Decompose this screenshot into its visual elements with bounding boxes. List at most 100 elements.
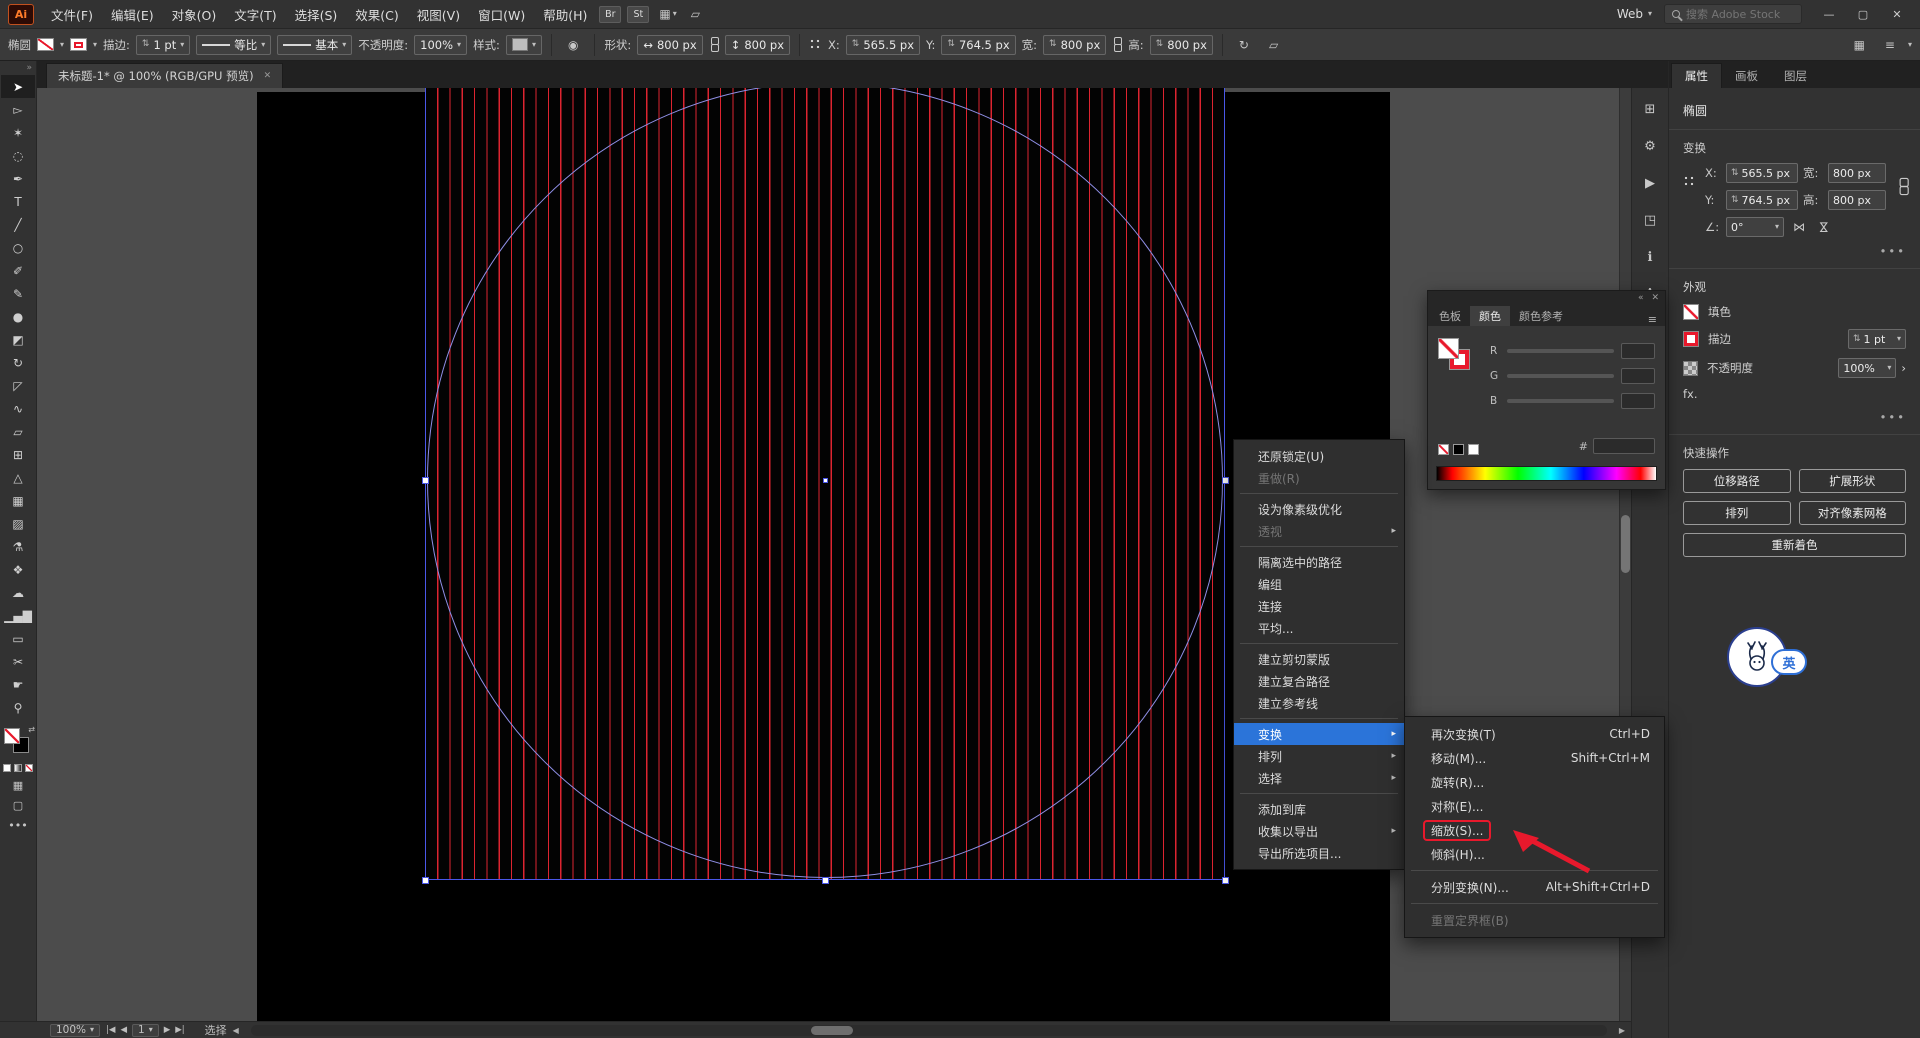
horizontal-scrollbar[interactable]	[251, 1025, 1607, 1036]
fx-button[interactable]: fx.	[1683, 387, 1698, 401]
direct-selection-tool[interactable]: ▻	[1, 98, 35, 121]
actions-panel-icon[interactable]: ▶	[1637, 172, 1663, 194]
menu-item[interactable]: 窗口(W)	[469, 0, 534, 29]
style-select[interactable]: ▾	[506, 35, 542, 55]
gpu-performance-icon[interactable]: ▱	[684, 7, 707, 21]
color-button[interactable]	[3, 764, 11, 772]
free-transform-tool[interactable]: ▱	[1, 420, 35, 443]
channel-value-input[interactable]	[1621, 343, 1655, 359]
context-item-redo[interactable]: 重做(R)	[1234, 467, 1404, 489]
scroll-right-icon[interactable]: ▶	[1619, 1026, 1625, 1035]
none-swatch[interactable]	[1438, 444, 1449, 455]
context-item-pixel-perfect[interactable]: 设为像素级优化	[1234, 498, 1404, 520]
rotate-icon[interactable]: ↻	[1232, 38, 1256, 52]
submenu-item-rotate[interactable]: 旋转(R)...	[1405, 770, 1664, 794]
menu-item[interactable]: 文字(T)	[225, 0, 285, 29]
fill-swatch-chevron-icon[interactable]: ▾	[60, 41, 64, 49]
blend-tool[interactable]: ❖	[1, 558, 35, 581]
angle-select[interactable]: 0°▾	[1726, 217, 1784, 237]
context-item-export-selection[interactable]: 导出所选项目...	[1234, 842, 1404, 864]
context-item-collect-for-export[interactable]: 收集以导出	[1234, 820, 1404, 842]
collapse-panel-icon[interactable]: «	[1638, 293, 1644, 303]
chevron-down-icon[interactable]: ▾	[1908, 41, 1912, 49]
minimize-button[interactable]: —	[1812, 0, 1846, 29]
document-tab[interactable]: 未标题-1* @ 100% (RGB/GPU 预览) ✕	[46, 63, 283, 88]
lasso-tool[interactable]: ◌	[1, 144, 35, 167]
info-panel-icon[interactable]: ℹ	[1637, 246, 1663, 268]
adjustments-panel-icon[interactable]: ⚙	[1637, 135, 1663, 157]
close-tab-icon[interactable]: ✕	[264, 71, 272, 81]
channel-slider[interactable]	[1507, 349, 1614, 353]
swap-fill-stroke-icon[interactable]: ⇄	[28, 725, 35, 734]
brush-select[interactable]: 基本 ▾	[277, 35, 352, 55]
line-segment-tool[interactable]: ╱	[1, 213, 35, 236]
y-input[interactable]: ⇅764.5 px	[1726, 190, 1798, 210]
channel-value-input[interactable]	[1621, 368, 1655, 384]
scroll-left-icon[interactable]: ◀	[233, 1026, 239, 1035]
submenu-item-reflect[interactable]: 对称(E)...	[1405, 794, 1664, 818]
tab-layers[interactable]: 图层	[1771, 63, 1820, 88]
context-item-make-clipping-mask[interactable]: 建立剪切蒙版	[1234, 648, 1404, 670]
stroke-weight-input[interactable]: ⇅1 pt▾	[1848, 329, 1906, 349]
height-input[interactable]: 800 px	[1828, 190, 1886, 210]
previous-artboard-button[interactable]: ◀	[120, 1025, 127, 1035]
artboard-tool[interactable]: ▭	[1, 627, 35, 650]
context-item-arrange[interactable]: 排列	[1234, 745, 1404, 767]
toolbar-expand-button[interactable]: »	[0, 61, 36, 75]
magic-wand-tool[interactable]: ✶	[1, 121, 35, 144]
submenu-item-shear[interactable]: 倾斜(H)...	[1405, 842, 1664, 866]
recolor-artwork-icon[interactable]: ◉	[561, 38, 585, 52]
arrange-documents-icon[interactable]: ▦▾	[652, 7, 683, 21]
scale-tool[interactable]: ◸	[1, 374, 35, 397]
x-input[interactable]: ⇅565.5 px	[1726, 163, 1798, 183]
context-item-make-compound-path[interactable]: 建立复合路径	[1234, 670, 1404, 692]
draw-mode-button[interactable]: ▦	[13, 779, 23, 792]
stroke-swatch[interactable]	[1683, 331, 1699, 347]
context-item-add-to-library[interactable]: 添加到库	[1234, 798, 1404, 820]
pencil-tool[interactable]: ✎	[1, 282, 35, 305]
ellipse-tool[interactable]: ○	[1, 236, 35, 259]
context-item-select[interactable]: 选择	[1234, 767, 1404, 789]
menu-item[interactable]: 帮助(H)	[534, 0, 596, 29]
menu-item[interactable]: 文件(F)	[42, 0, 102, 29]
opacity-input[interactable]: 100%▾	[1838, 358, 1896, 378]
selection-handle-left[interactable]	[422, 477, 429, 484]
selection-handle-bottom-right[interactable]	[1222, 877, 1229, 884]
quick-action-button[interactable]: 排列	[1683, 501, 1791, 525]
type-tool[interactable]: T	[1, 190, 35, 213]
more-options-button[interactable]: •••	[1880, 410, 1906, 424]
submenu-item-transform-each[interactable]: 分别变换(N)... Alt+Shift+Ctrl+D	[1405, 875, 1664, 899]
constrain-proportions-icon[interactable]	[1897, 178, 1909, 195]
opacity-input[interactable]: 100% ▾	[414, 35, 467, 55]
rotate-tool[interactable]: ↻	[1, 351, 35, 374]
close-button[interactable]: ✕	[1880, 0, 1914, 29]
context-item-average[interactable]: 平均...	[1234, 617, 1404, 639]
width-profile-select[interactable]: 等比 ▾	[196, 35, 271, 55]
menu-item[interactable]: 视图(V)	[408, 0, 469, 29]
workspace-switcher[interactable]: Web ▾	[1605, 7, 1664, 21]
slice-tool[interactable]: ✂	[1, 650, 35, 673]
libraries-panel-icon[interactable]: ⊞	[1637, 98, 1663, 120]
restore-button[interactable]: ▢	[1846, 0, 1880, 29]
stroke-swatch-chevron-icon[interactable]: ▾	[93, 41, 97, 49]
quick-action-button[interactable]: 对齐像素网格	[1799, 501, 1907, 525]
perspective-grid-tool[interactable]: △	[1, 466, 35, 489]
quick-action-button[interactable]: 重新着色	[1683, 533, 1906, 557]
submenu-item-reset-bounding-box[interactable]: 重置定界框(B)	[1405, 908, 1664, 932]
search-box[interactable]	[1664, 4, 1802, 24]
shape-width-input[interactable]: ↔ 800 px	[637, 35, 702, 55]
mesh-tool[interactable]: ▦	[1, 489, 35, 512]
edit-toolbar-button[interactable]: •••	[8, 819, 27, 832]
selected-circle-path[interactable]	[427, 88, 1223, 878]
fill-swatch[interactable]	[1683, 304, 1699, 320]
flip-horizontal-button[interactable]: ⋈	[1789, 220, 1809, 234]
close-panel-icon[interactable]: ✕	[1651, 293, 1659, 303]
none-button[interactable]	[25, 764, 33, 772]
shape-height-input[interactable]: ↕ 800 px	[725, 35, 790, 55]
eraser-tool[interactable]: ◩	[1, 328, 35, 351]
horizontal-scrollbar-thumb[interactable]	[811, 1026, 853, 1035]
x-input[interactable]: ⇅ 565.5 px	[846, 35, 920, 55]
context-item-join[interactable]: 连接	[1234, 595, 1404, 617]
channel-value-input[interactable]	[1621, 393, 1655, 409]
link-dimensions-icon[interactable]	[709, 37, 719, 52]
